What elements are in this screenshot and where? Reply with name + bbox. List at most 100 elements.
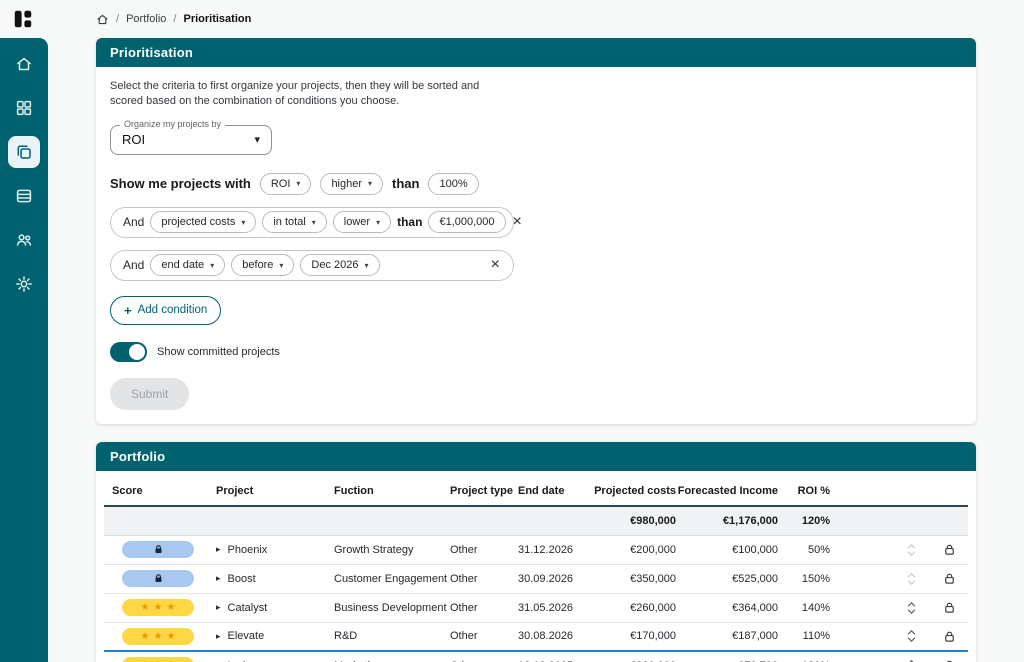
condition2-operator-select[interactable]: before ▾: [231, 254, 294, 276]
sidebar-item-home[interactable]: [8, 48, 40, 80]
database-icon: [15, 187, 33, 205]
committed-projects-row: Show committed projects: [110, 342, 962, 362]
column-header-score: Score: [112, 485, 216, 497]
sidebar-item-dashboard[interactable]: [8, 92, 40, 124]
primary-filter-row: Show me projects with ROI ▾ higher ▾ tha…: [110, 173, 962, 195]
primary-filter-prefix: Show me projects with: [110, 176, 251, 191]
than-label: than: [392, 176, 419, 191]
chevron-down-icon: [907, 637, 916, 642]
projected-costs: €170,000: [584, 630, 676, 642]
project-type: Other: [450, 544, 518, 556]
chevron-down-icon: ▾: [210, 261, 214, 270]
chevron-down-icon: ▾: [241, 218, 245, 227]
projected-costs: €260,000: [584, 602, 676, 614]
remove-condition1-icon[interactable]: ×: [512, 214, 523, 230]
forecasted-income: €187,000: [676, 630, 778, 642]
row-reorder-stepper[interactable]: [905, 658, 918, 662]
settings-icon: [15, 275, 33, 293]
lock-row-button[interactable]: [943, 572, 956, 585]
project-function: Growth Strategy: [334, 544, 450, 556]
column-header-forecasted-income: Forecasted Income: [676, 485, 778, 497]
show-committed-label: Show committed projects: [157, 346, 280, 358]
topbar: / Portfolio / Prioritisation: [0, 0, 1024, 38]
lock-icon: [153, 544, 164, 555]
team-icon: [15, 231, 33, 249]
condition-row-1: And projected costs ▾ in total ▾ lower ▾…: [110, 207, 514, 238]
condition2-field-select[interactable]: end date ▾: [150, 254, 225, 276]
condition1-field-value: projected costs: [161, 216, 235, 228]
breadcrumb-prioritisation[interactable]: Prioritisation: [183, 13, 251, 25]
organize-by-select[interactable]: Organize my projects by ROI ▾: [110, 125, 272, 155]
chevron-down-icon: ▾: [368, 179, 372, 188]
condition1-value-input[interactable]: €1,000,000: [428, 211, 505, 233]
row-reorder-stepper[interactable]: [905, 571, 918, 587]
metric-select[interactable]: ROI ▾: [260, 173, 312, 195]
projected-costs: €350,000: [584, 573, 676, 585]
breadcrumb-portfolio[interactable]: Portfolio: [126, 13, 166, 25]
summary-projected-costs: €980,000: [584, 515, 676, 527]
row-reorder-stepper[interactable]: [905, 628, 918, 644]
breadcrumb-separator: /: [116, 13, 119, 25]
operator-select[interactable]: higher ▾: [320, 173, 383, 195]
sidebar-item-projects[interactable]: [8, 136, 40, 168]
projects-icon: [15, 143, 33, 161]
metric-select-value: ROI: [271, 178, 291, 190]
score-badge-locked: [122, 570, 194, 587]
sidebar-item-team[interactable]: [8, 224, 40, 256]
breadcrumb: / Portfolio / Prioritisation: [96, 0, 251, 38]
row-reorder-stepper[interactable]: [905, 600, 918, 616]
condition2-value-select[interactable]: Dec 2026 ▾: [300, 254, 379, 276]
submit-button[interactable]: Submit: [110, 378, 189, 410]
expand-row-icon[interactable]: ▸: [216, 631, 221, 642]
end-date: 31.05.2026: [518, 602, 584, 614]
end-date: 31.12.2026: [518, 544, 584, 556]
threshold-value-input[interactable]: 100%: [428, 173, 478, 195]
expand-row-icon[interactable]: ▸: [216, 544, 221, 555]
roi-value: 140%: [778, 602, 830, 614]
row-reorder-stepper[interactable]: [905, 542, 918, 558]
table-row: ★★★▸ElevateR&DOther30.08.2026€170,000€18…: [104, 623, 968, 652]
prioritisation-card: Prioritisation Select the criteria to fi…: [96, 38, 976, 424]
roi-value: 50%: [778, 544, 830, 556]
score-badge-stars: ★★★: [122, 657, 194, 662]
project-function: Business Development: [334, 602, 450, 614]
portfolio-summary-row: €980,000 €1,176,000 120%: [104, 507, 968, 536]
condition1-operator-select[interactable]: lower ▾: [333, 211, 391, 233]
project-type: Other: [450, 630, 518, 642]
show-committed-toggle[interactable]: [110, 342, 147, 362]
project-name: Phoenix: [228, 544, 268, 556]
expand-row-icon[interactable]: ▸: [216, 573, 221, 584]
chevron-down-icon: [907, 609, 916, 614]
lock-row-button[interactable]: [943, 601, 956, 614]
chevron-down-icon: [907, 580, 916, 585]
remove-condition2-icon[interactable]: ×: [490, 257, 501, 273]
portfolio-card: Portfolio Score Project Fuction Project …: [96, 442, 976, 662]
add-condition-button[interactable]: + Add condition: [110, 296, 221, 325]
condition1-aggregation-select[interactable]: in total ▾: [262, 211, 326, 233]
app-logo[interactable]: [12, 8, 34, 30]
condition2-value: Dec 2026: [311, 259, 358, 271]
score-badge-locked: [122, 541, 194, 558]
end-date: 30.08.2026: [518, 630, 584, 642]
score-badge-stars: ★★★: [122, 628, 194, 645]
column-header-projected-costs: Projected costs: [584, 485, 676, 497]
condition2-field-value: end date: [161, 259, 204, 271]
chevron-up-icon: [907, 630, 916, 635]
home-icon: [15, 55, 33, 73]
sidebar-item-settings[interactable]: [8, 268, 40, 300]
lock-icon: [153, 573, 164, 584]
column-header-roi: ROI %: [778, 485, 830, 497]
lock-row-button[interactable]: [943, 630, 956, 643]
portfolio-table-header: Score Project Fuction Project type End d…: [104, 477, 968, 507]
lock-icon: [943, 630, 956, 643]
summary-roi: 120%: [778, 515, 830, 527]
home-breadcrumb-icon[interactable]: [96, 13, 109, 26]
column-header-project: Project: [216, 485, 334, 497]
condition1-value: €1,000,000: [439, 216, 494, 228]
forecasted-income: €100,000: [676, 544, 778, 556]
operator-select-value: higher: [331, 178, 362, 190]
lock-row-button[interactable]: [943, 543, 956, 556]
condition1-field-select[interactable]: projected costs ▾: [150, 211, 256, 233]
expand-row-icon[interactable]: ▸: [216, 602, 221, 613]
sidebar-item-data[interactable]: [8, 180, 40, 212]
